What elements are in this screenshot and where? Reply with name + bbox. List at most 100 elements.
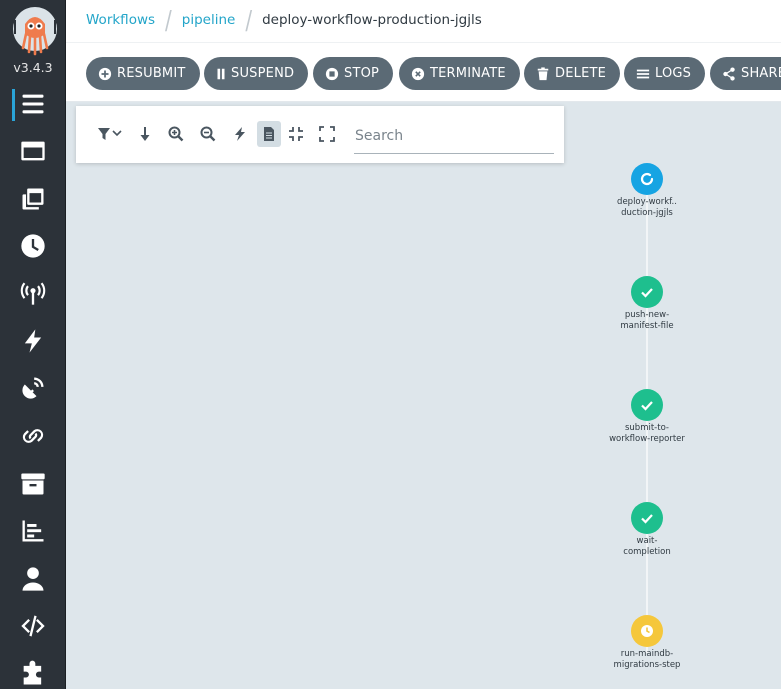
fast-render-button[interactable] — [229, 123, 251, 145]
graph-node[interactable]: push-new- manifest-file — [597, 276, 697, 332]
graph-node[interactable]: submit-to- workflow-reporter — [597, 389, 697, 445]
broadcast-tower-icon — [20, 282, 46, 305]
suspend-label: SUSPEND — [231, 66, 295, 81]
node-label: push-new- manifest-file — [597, 310, 697, 332]
filter-button[interactable] — [94, 123, 128, 145]
zoom-in-icon — [168, 126, 184, 142]
share-label: SHARE — [741, 66, 781, 81]
terminate-label: TERMINATE — [430, 66, 506, 81]
node-label: wait- completion — [597, 536, 697, 558]
node-label: run-maindb- migrations-step — [597, 649, 697, 671]
file-icon — [264, 127, 274, 141]
window-icon — [21, 141, 45, 161]
nav-reports[interactable] — [0, 512, 66, 550]
code-icon — [21, 615, 45, 637]
logs-label: LOGS — [655, 66, 692, 81]
clone-icon — [22, 188, 44, 210]
clock-icon — [21, 234, 45, 258]
nav-event-flow[interactable] — [0, 369, 66, 407]
check-icon — [631, 502, 663, 534]
share-button[interactable]: SHARE — [710, 57, 781, 90]
compress-icon — [289, 127, 303, 141]
delete-button[interactable]: DELETE — [524, 57, 621, 90]
arrow-down-icon — [140, 127, 150, 141]
graph-search-input[interactable] — [354, 118, 554, 154]
expand-button[interactable] — [316, 123, 338, 145]
puzzle-piece-icon — [23, 660, 42, 685]
collapse-button[interactable] — [285, 123, 307, 145]
pause-icon — [217, 68, 225, 79]
action-bar: RESUBMIT SUSPEND STOP TERMINATE DELETE L… — [66, 42, 781, 102]
stop-label: STOP — [344, 66, 380, 81]
graph-node[interactable]: deploy-workf.. duction-jgjls — [597, 163, 697, 219]
breadcrumb: Workflows / pipeline / deploy-workflow-p… — [86, 4, 482, 36]
satellite-dish-icon — [22, 377, 44, 399]
archive-icon — [21, 473, 45, 495]
node-label-line: manifest-file — [620, 321, 674, 331]
node-label-line: push-new- — [624, 310, 670, 320]
breadcrumb-separator: / — [245, 4, 253, 36]
resubmit-button[interactable]: RESUBMIT — [86, 57, 200, 90]
graph-toolbar — [76, 106, 564, 163]
nav-archived-workflows[interactable] — [0, 465, 66, 503]
running-status-icon — [631, 163, 663, 195]
node-label-line: run-maindb- — [620, 649, 674, 659]
breadcrumb-current: deploy-workflow-production-jgjls — [262, 12, 482, 28]
link-icon — [22, 429, 44, 443]
node-label-line: wait- — [636, 536, 658, 546]
user-icon — [22, 567, 44, 591]
plus-circle-icon — [98, 67, 112, 80]
node-label-line: submit-to- — [624, 423, 669, 433]
top-header: Workflows / pipeline / deploy-workflow-p… — [66, 0, 781, 42]
terminate-button[interactable]: TERMINATE — [399, 57, 520, 90]
expand-icon — [319, 126, 335, 142]
check-icon — [631, 276, 663, 308]
node-label: submit-to- workflow-reporter — [597, 423, 697, 445]
nav-user[interactable] — [0, 560, 66, 598]
filter-icon — [98, 128, 122, 140]
nav-sensors[interactable] — [0, 322, 66, 360]
breadcrumb-workflows[interactable]: Workflows — [86, 12, 155, 28]
nav-workflows[interactable] — [0, 85, 66, 123]
bolt-icon — [24, 329, 42, 353]
nav-workflow-templates[interactable] — [0, 132, 66, 170]
times-circle-icon — [411, 67, 425, 80]
logs-button[interactable]: LOGS — [624, 57, 706, 90]
workflow-graph-canvas[interactable]: deploy-workf.. duction-jgjls push-new- m… — [66, 103, 781, 689]
bolt-icon — [235, 127, 245, 141]
nav-cron-workflows[interactable] — [0, 227, 66, 265]
zoom-out-icon — [200, 126, 216, 142]
check-icon — [631, 389, 663, 421]
graph-node[interactable]: wait- completion — [597, 502, 697, 558]
suspend-button[interactable]: SUSPEND — [204, 57, 309, 90]
sidebar: v3.4.3 — [0, 0, 66, 689]
clock-icon — [631, 615, 663, 647]
nav-api-docs[interactable] — [0, 607, 66, 645]
list-icon — [22, 94, 44, 114]
delete-label: DELETE — [555, 66, 607, 81]
node-label: deploy-workf.. duction-jgjls — [597, 197, 697, 219]
node-label-line: completion — [623, 547, 671, 557]
stop-button[interactable]: STOP — [313, 57, 394, 90]
chart-bar-icon — [22, 520, 44, 542]
node-label-line: workflow-reporter — [609, 434, 685, 444]
show-artifacts-button[interactable] — [257, 121, 281, 147]
argo-logo[interactable] — [12, 6, 58, 56]
node-label-line: duction-jgjls — [621, 208, 673, 218]
nav-event-bindings[interactable] — [0, 417, 66, 455]
graph-node[interactable]: run-maindb- migrations-step — [597, 615, 697, 671]
share-alt-icon — [723, 66, 735, 81]
breadcrumb-namespace[interactable]: pipeline — [182, 12, 236, 28]
version-label: v3.4.3 — [13, 60, 53, 75]
resubmit-label: RESUBMIT — [117, 66, 186, 81]
bars-icon — [636, 69, 650, 78]
zoom-out-button[interactable] — [197, 123, 219, 145]
breadcrumb-separator: / — [165, 4, 172, 36]
nav-cluster-workflow-templates[interactable] — [0, 180, 66, 218]
nav-event-sources[interactable] — [0, 274, 66, 312]
stop-circle-icon — [325, 67, 339, 80]
node-label-line: deploy-workf.. — [617, 197, 677, 207]
direction-button[interactable] — [134, 123, 156, 145]
zoom-in-button[interactable] — [165, 123, 187, 145]
nav-plugins[interactable] — [0, 655, 66, 689]
